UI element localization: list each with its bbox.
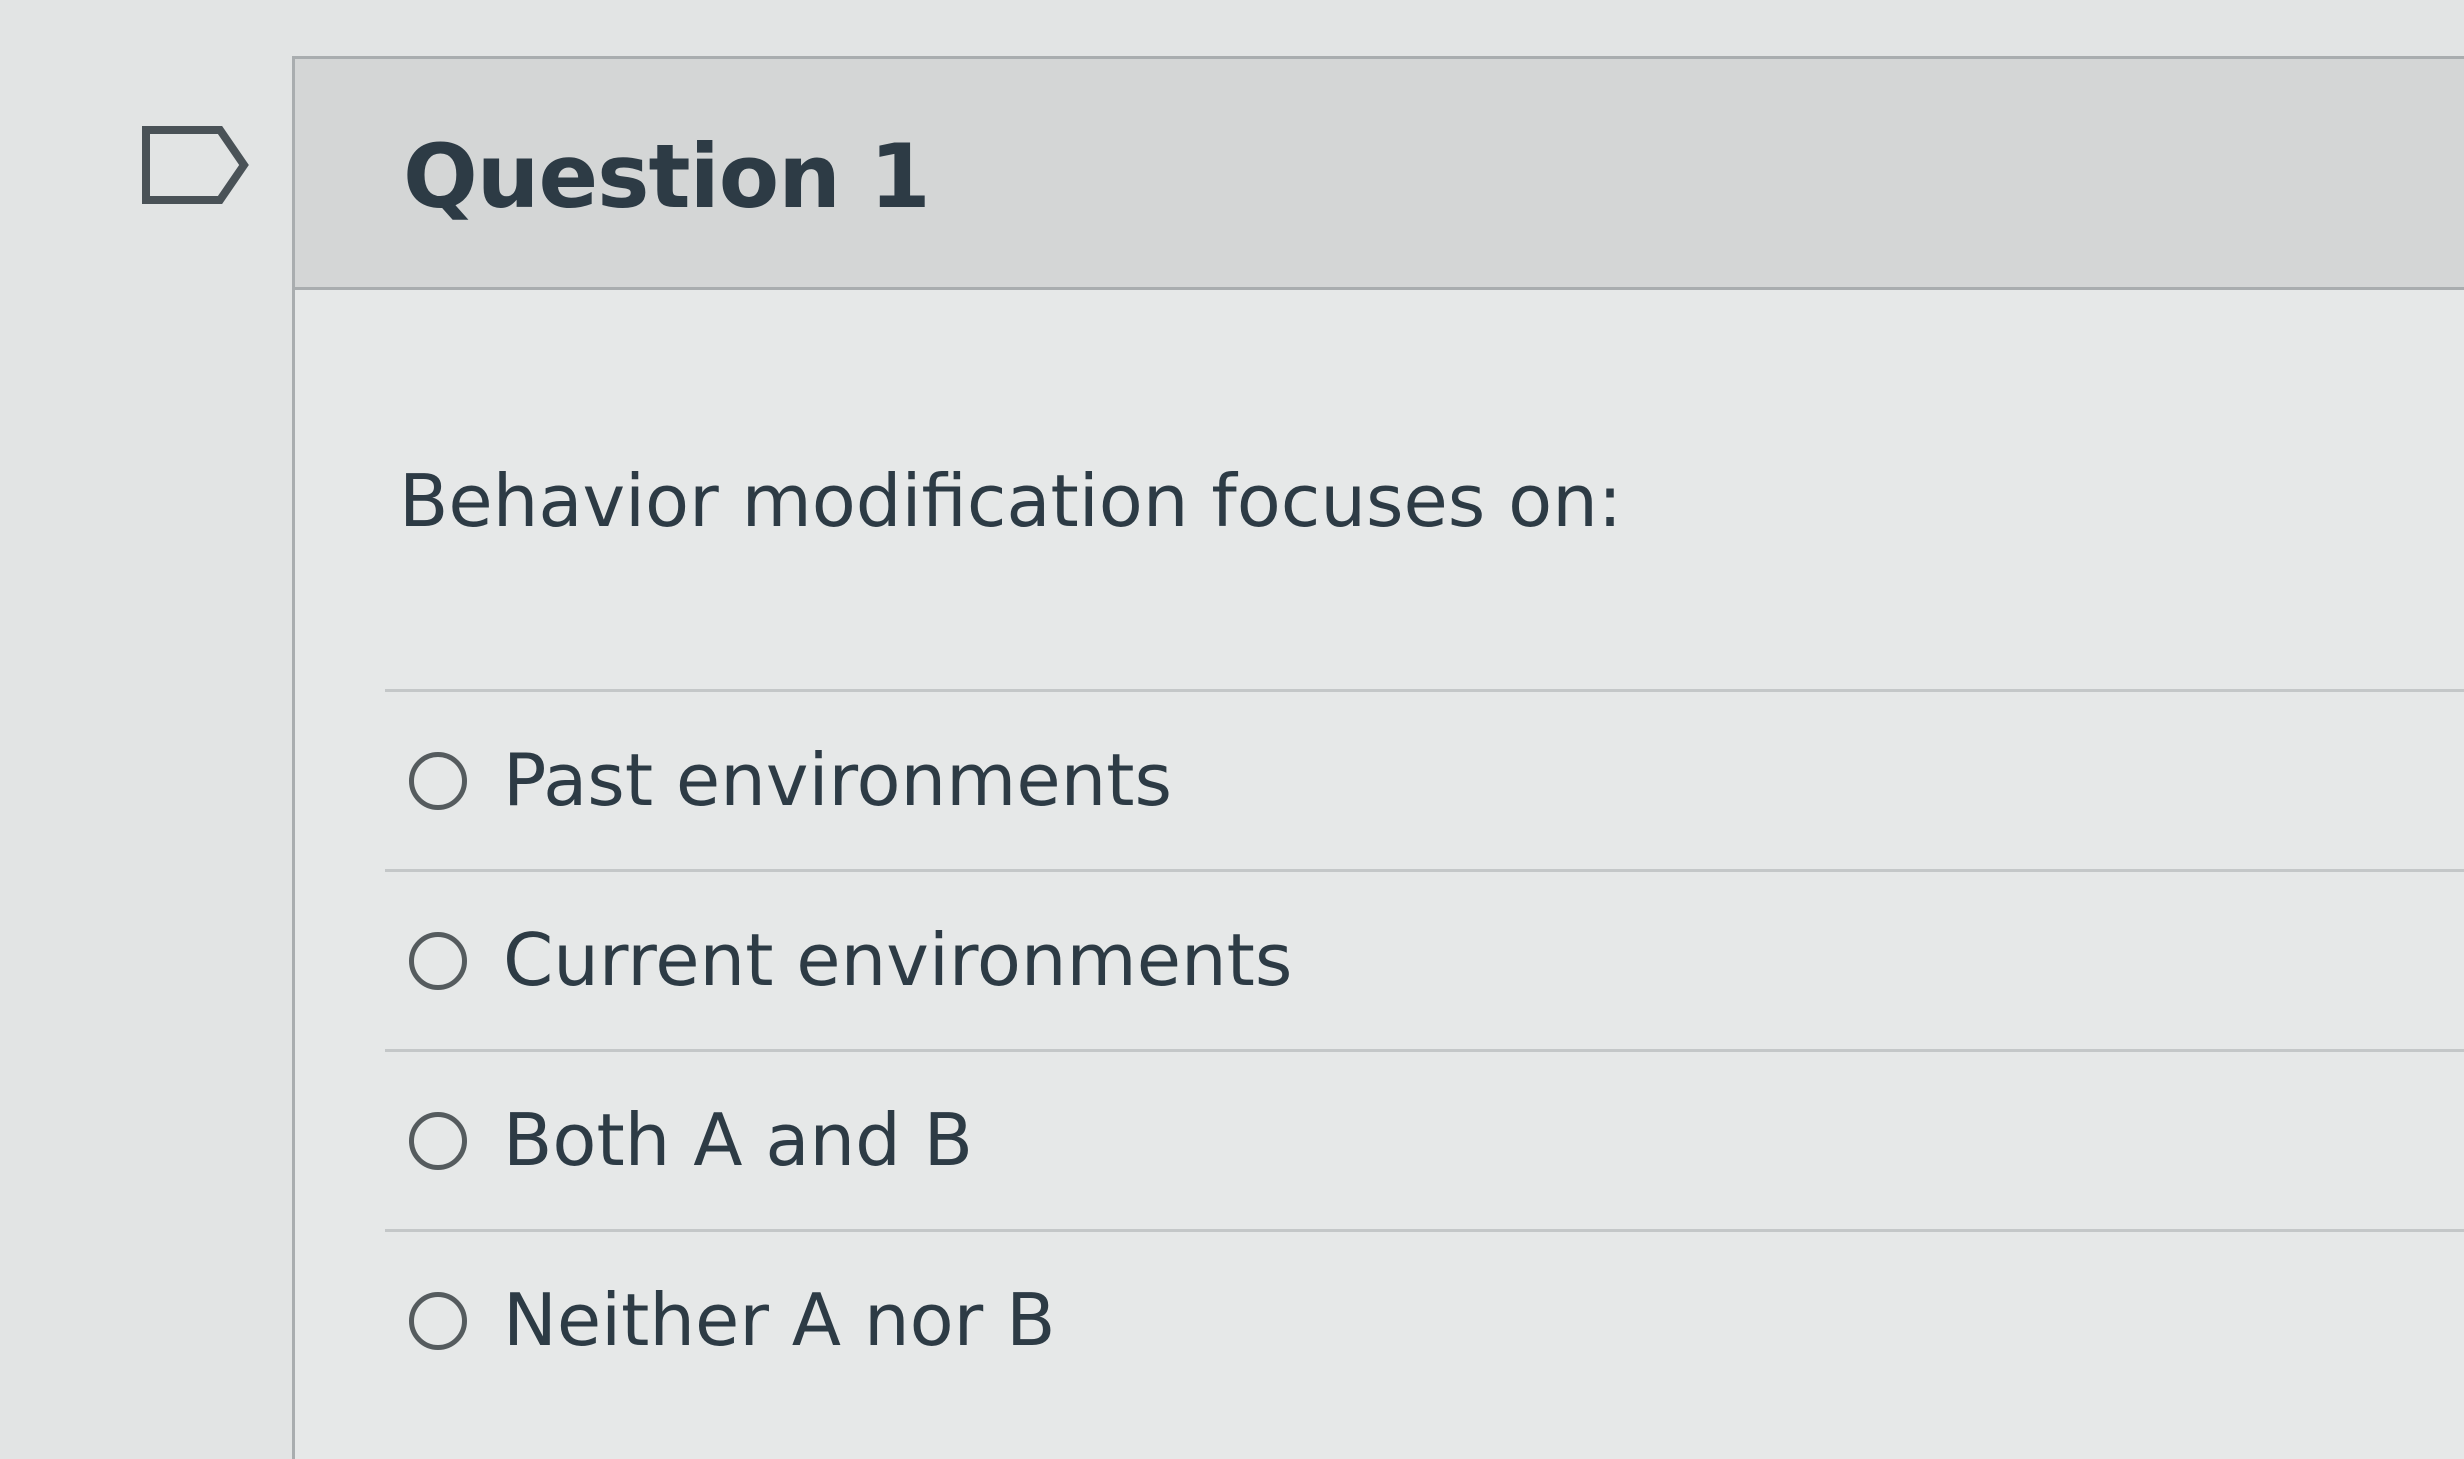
answer-label[interactable]: Past environments <box>503 738 1172 822</box>
answer-option-d[interactable]: Neither A nor B <box>385 1229 2464 1409</box>
answer-option-b[interactable]: Current environments <box>385 869 2464 1049</box>
radio-button[interactable] <box>409 1112 467 1170</box>
answer-option-a[interactable]: Past environments <box>385 689 2464 869</box>
question-title: Question 1 <box>403 125 931 228</box>
question-card: Question 1 Behavior modification focuses… <box>292 56 2464 1459</box>
question-header: Question 1 <box>295 59 2464 290</box>
radio-button[interactable] <box>409 752 467 810</box>
answer-label[interactable]: Both A and B <box>503 1098 973 1182</box>
answer-label[interactable]: Neither A nor B <box>503 1278 1056 1362</box>
answer-list: Past environments Current environments B… <box>385 689 2464 1409</box>
question-text: Behavior modification focuses on: <box>399 459 1623 543</box>
answer-label[interactable]: Current environments <box>503 918 1292 1002</box>
flag-question-icon[interactable] <box>140 124 252 206</box>
radio-button[interactable] <box>409 1292 467 1350</box>
answer-option-c[interactable]: Both A and B <box>385 1049 2464 1229</box>
radio-button[interactable] <box>409 932 467 990</box>
